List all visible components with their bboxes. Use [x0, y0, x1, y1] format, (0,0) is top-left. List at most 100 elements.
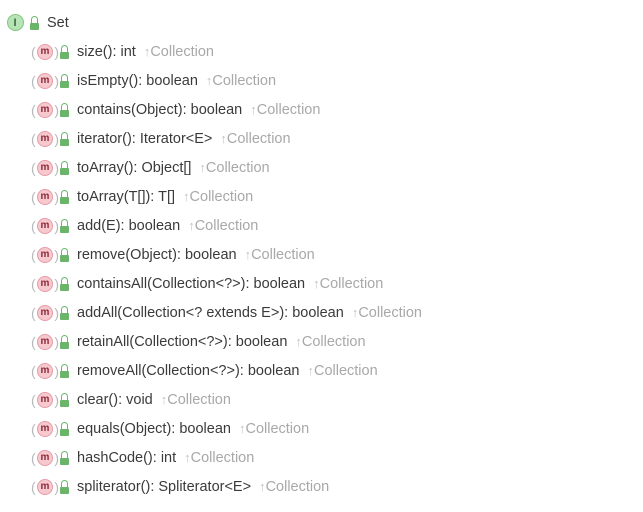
method-node[interactable]: (m)containsAll(Collection<?>): boolean↑C…	[4, 269, 643, 298]
paren-left-icon: (	[31, 276, 35, 292]
unlock-icon	[60, 277, 70, 291]
method-signature: iterator(): Iterator<E>	[77, 131, 212, 147]
method-icon-letter: m	[37, 450, 53, 466]
paren-right-icon: )	[54, 421, 59, 437]
paren-right-icon: )	[54, 334, 59, 350]
method-node[interactable]: (m)contains(Object): boolean↑Collection	[4, 95, 643, 124]
method-node[interactable]: (m)add(E): boolean↑Collection	[4, 211, 643, 240]
method-node[interactable]: (m)toArray(): Object[]↑Collection	[4, 153, 643, 182]
inherited-from-label: Collection	[302, 334, 366, 350]
inherited-from: ↑Collection	[307, 363, 377, 379]
paren-right-icon: )	[54, 102, 59, 118]
method-icon-letter: m	[37, 276, 53, 292]
method-node[interactable]: (m)toArray(T[]): T[]↑Collection	[4, 182, 643, 211]
method-signature: addAll(Collection<? extends E>): boolean	[77, 305, 344, 321]
unlock-icon	[60, 480, 70, 494]
inherited-from-label: Collection	[314, 363, 378, 379]
unlock-icon	[60, 219, 70, 233]
method-icon-letter: m	[37, 479, 53, 495]
inherited-from: ↑Collection	[161, 392, 231, 408]
method-icon: (m)	[36, 246, 54, 264]
method-node[interactable]: (m)size(): int↑Collection	[4, 37, 643, 66]
interface-node[interactable]: I Set	[4, 8, 643, 37]
method-icon-letter: m	[37, 305, 53, 321]
inherited-from: ↑Collection	[352, 305, 422, 321]
paren-right-icon: )	[54, 160, 59, 176]
paren-left-icon: (	[31, 102, 35, 118]
paren-left-icon: (	[31, 479, 35, 495]
inherited-from: ↑Collection	[295, 334, 365, 350]
paren-left-icon: (	[31, 421, 35, 437]
unlock-icon	[60, 393, 70, 407]
method-signature: contains(Object): boolean	[77, 102, 242, 118]
method-node[interactable]: (m)spliterator(): Spliterator<E>↑Collect…	[4, 472, 643, 501]
method-node[interactable]: (m)isEmpty(): boolean↑Collection	[4, 66, 643, 95]
method-icon-letter: m	[37, 73, 53, 89]
inherited-from-label: Collection	[320, 276, 384, 292]
method-icon-letter: m	[37, 363, 53, 379]
paren-left-icon: (	[31, 218, 35, 234]
method-signature: clear(): void	[77, 392, 153, 408]
unlock-icon	[60, 451, 70, 465]
paren-left-icon: (	[31, 392, 35, 408]
unlock-icon	[60, 74, 70, 88]
method-icon: (m)	[36, 217, 54, 235]
method-signature: containsAll(Collection<?>): boolean	[77, 276, 305, 292]
paren-right-icon: )	[54, 363, 59, 379]
method-node[interactable]: (m) removeAll(Collection<?>): boolean ↑Col…	[4, 356, 643, 385]
method-signature: equals(Object): boolean	[77, 421, 231, 437]
method-icon-letter: m	[37, 218, 53, 234]
method-icon-letter: m	[37, 44, 53, 60]
inherited-from: ↑Collection	[313, 276, 383, 292]
method-node[interactable]: (m)equals(Object): boolean↑Collection	[4, 414, 643, 443]
paren-right-icon: )	[54, 247, 59, 263]
paren-left-icon: (	[31, 160, 35, 176]
method-icon: (m)	[36, 478, 54, 496]
interface-icon: I	[6, 14, 24, 32]
paren-right-icon: )	[54, 450, 59, 466]
paren-left-icon: (	[31, 363, 35, 379]
unlock-icon	[60, 335, 70, 349]
paren-left-icon: (	[31, 247, 35, 263]
paren-right-icon: )	[54, 305, 59, 321]
inherited-from: ↑Collection	[188, 218, 258, 234]
method-node[interactable]: (m) addAll(Collection<? extends E>): bool…	[4, 298, 643, 327]
method-signature: removeAll(Collection<?>): boolean	[77, 363, 299, 379]
method-icon: (m)	[36, 391, 54, 409]
method-icon: (m)	[36, 130, 54, 148]
member-list: (m)size(): int↑Collection(m)isEmpty(): b…	[4, 37, 643, 501]
inherited-from-label: Collection	[191, 450, 255, 466]
unlock-icon	[60, 45, 70, 59]
method-signature: toArray(): Object[]	[77, 160, 191, 176]
inherited-from: ↑Collection	[259, 479, 329, 495]
method-icon: (m)	[36, 304, 54, 322]
inherited-from-label: Collection	[150, 44, 214, 60]
method-signature: toArray(T[]): T[]	[77, 189, 175, 205]
inherited-from: ↑Collection	[199, 160, 269, 176]
method-icon: (m)	[36, 362, 54, 380]
method-icon-letter: m	[37, 102, 53, 118]
method-node[interactable]: (m) clear(): void ↑Collection	[4, 385, 643, 414]
method-icon: (m)	[36, 188, 54, 206]
paren-right-icon: )	[54, 131, 59, 147]
inherited-from-label: Collection	[206, 160, 270, 176]
method-icon: (m)	[36, 333, 54, 351]
method-icon: (m)	[36, 420, 54, 438]
inherited-from-label: Collection	[195, 218, 259, 234]
unlock-icon	[60, 132, 70, 146]
paren-left-icon: (	[31, 131, 35, 147]
method-node[interactable]: (m)remove(Object): boolean↑Collection	[4, 240, 643, 269]
inherited-from-label: Collection	[266, 479, 330, 495]
inherited-from: ↑Collection	[206, 73, 276, 89]
method-node[interactable]: (m)iterator(): Iterator<E>↑Collection	[4, 124, 643, 153]
method-icon-letter: m	[37, 334, 53, 350]
method-icon: (m)	[36, 101, 54, 119]
method-signature: size(): int	[77, 44, 136, 60]
inherited-from-label: Collection	[358, 305, 422, 321]
inherited-from-label: Collection	[167, 392, 231, 408]
paren-right-icon: )	[54, 73, 59, 89]
method-node[interactable]: (m)hashCode(): int↑Collection	[4, 443, 643, 472]
method-signature: retainAll(Collection<?>): boolean	[77, 334, 287, 350]
method-node[interactable]: (m) retainAll(Collection<?>): boolean ↑Col…	[4, 327, 643, 356]
paren-right-icon: )	[54, 218, 59, 234]
